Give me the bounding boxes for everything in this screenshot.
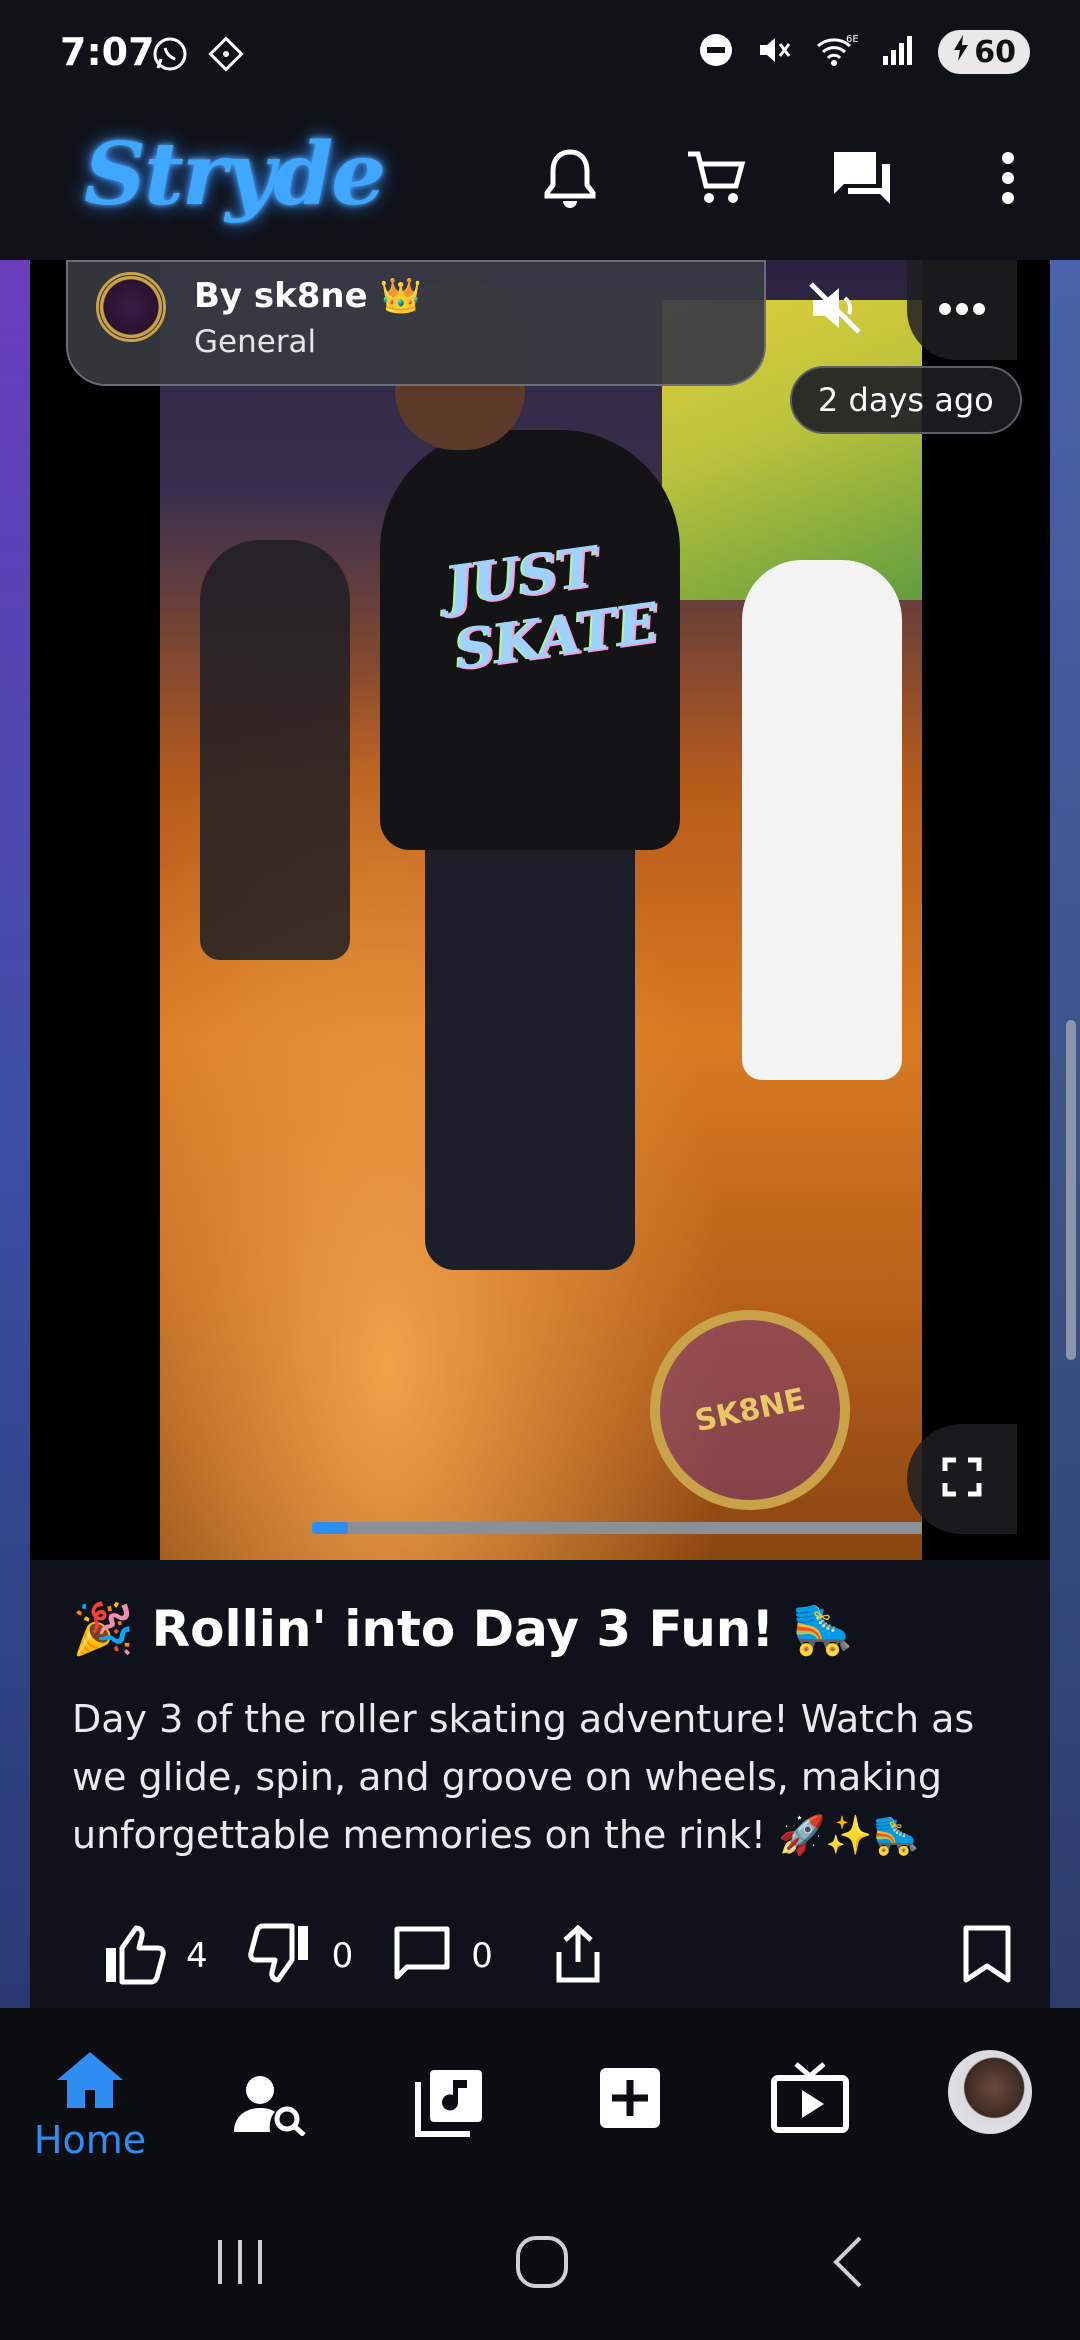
bookmark-button[interactable] — [962, 1924, 1012, 1988]
header-actions — [538, 146, 1040, 210]
nav-people-search[interactable] — [205, 2072, 335, 2140]
post-time-badge: 2 days ago — [790, 366, 1022, 434]
post-category: General — [194, 324, 317, 360]
mute-icon — [756, 32, 792, 72]
signal-icon — [880, 32, 916, 72]
cart-icon[interactable] — [684, 146, 748, 210]
scrollbar[interactable] — [1066, 1020, 1076, 1360]
chat-icon[interactable] — [830, 146, 894, 210]
volume-off-icon — [805, 278, 865, 342]
previous-post-edge — [0, 260, 30, 2008]
status-right-icons: 6E 60 — [698, 30, 1030, 74]
add-box-icon — [598, 2066, 662, 2134]
mute-button[interactable] — [775, 260, 895, 360]
svg-text:6E: 6E — [846, 34, 858, 45]
dislike-button[interactable]: 0 — [247, 1922, 354, 1990]
status-left-icons — [150, 34, 246, 78]
thumb-up-icon — [102, 1922, 166, 1990]
whatsapp-icon — [150, 34, 190, 78]
comment-icon — [393, 1925, 451, 1987]
live-tv-icon — [770, 2060, 850, 2138]
post-card: JUST SKATE SK8NE By sk8ne 👑 General 2 da… — [30, 260, 1050, 2008]
nav-live-tv[interactable] — [745, 2060, 875, 2138]
bottom-nav: Home — [0, 2008, 1080, 2186]
battery-indicator: 60 — [938, 30, 1030, 74]
music-library-icon — [414, 2066, 486, 2142]
bookmark-icon — [962, 1925, 1012, 1988]
post-title: 🎉 Rollin' into Day 3 Fun! 🛼 — [72, 1600, 854, 1658]
dnd-icon — [698, 32, 734, 72]
nav-create[interactable] — [565, 2066, 695, 2134]
author-chip[interactable]: By sk8ne 👑 General — [66, 260, 766, 386]
status-time: 7:07 — [60, 30, 155, 74]
like-count: 4 — [186, 1936, 208, 1976]
share-icon — [553, 1924, 603, 1988]
background-skater-right — [742, 560, 902, 1080]
people-search-icon — [232, 2072, 308, 2140]
author-name[interactable]: By sk8ne 👑 — [194, 276, 422, 316]
comment-button[interactable]: 0 — [393, 1925, 493, 1987]
like-button[interactable]: 4 — [102, 1922, 208, 1990]
post-body: Day 3 of the roller skating adventure! W… — [72, 1697, 975, 1857]
post-more-button[interactable] — [907, 260, 1017, 360]
app-header: Stryde — [0, 110, 1080, 260]
back-button[interactable] — [822, 2234, 878, 2294]
recent-apps-button[interactable] — [212, 2234, 268, 2294]
author-avatar[interactable] — [96, 272, 166, 342]
video-player[interactable]: JUST SKATE SK8NE By sk8ne 👑 General 2 da… — [30, 260, 1050, 1560]
feed[interactable]: JUST SKATE SK8NE By sk8ne 👑 General 2 da… — [0, 260, 1080, 2008]
comment-count: 0 — [471, 1936, 493, 1976]
background-skater-left — [200, 540, 350, 960]
thumb-down-icon — [247, 1922, 312, 1990]
video-progress-track[interactable] — [312, 1522, 922, 1534]
battery-level: 60 — [974, 34, 1016, 70]
bell-icon[interactable] — [538, 146, 602, 210]
nav-home[interactable]: Home — [25, 2048, 155, 2162]
video-progress-fill — [312, 1522, 348, 1534]
battery-charging-icon — [952, 34, 970, 70]
more-vert-icon[interactable] — [976, 146, 1040, 210]
profile-avatar[interactable] — [948, 2050, 1032, 2134]
brand-logo[interactable]: Stryde — [84, 124, 386, 225]
status-bar: 7:07 6E 60 — [0, 0, 1080, 110]
system-nav-bar — [0, 2186, 1080, 2340]
location-diamond-icon — [206, 34, 246, 78]
more-horiz-icon — [938, 301, 986, 320]
video-frame: JUST SKATE SK8NE — [160, 260, 922, 1560]
sk8ne-watermark-logo: SK8NE — [631, 1291, 869, 1529]
wifi-6e-icon: 6E — [814, 32, 859, 72]
share-button[interactable] — [553, 1924, 603, 1988]
skater-legs — [425, 820, 635, 1270]
home-system-button[interactable] — [514, 2234, 570, 2294]
fullscreen-icon — [942, 1457, 982, 1501]
fullscreen-button[interactable] — [907, 1424, 1017, 1534]
post-action-bar: 4 0 0 — [102, 1916, 1011, 1996]
nav-home-label: Home — [33, 2118, 147, 2162]
home-icon — [53, 2048, 127, 2116]
dislike-count: 0 — [331, 1936, 354, 1976]
nav-music-library[interactable] — [385, 2066, 515, 2142]
